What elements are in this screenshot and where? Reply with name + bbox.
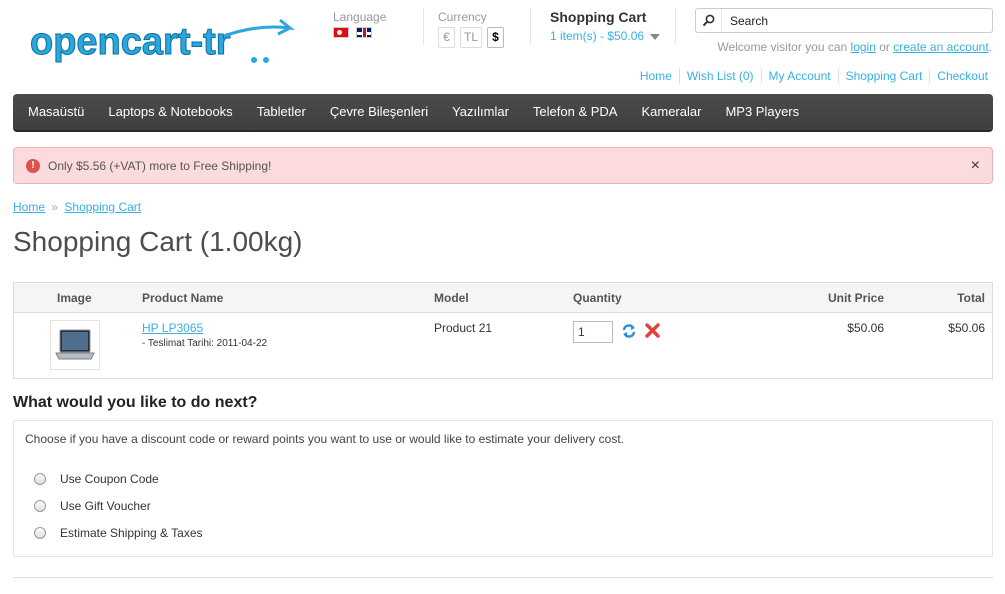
divider xyxy=(423,8,424,44)
header-model: Model xyxy=(434,291,469,305)
header-cart-summary[interactable]: 1 item(s) - $50.06 xyxy=(550,29,644,43)
header-image: Image xyxy=(57,291,92,305)
top-link-checkout[interactable]: Checkout xyxy=(929,69,995,83)
currency-tl-button[interactable]: TL xyxy=(460,27,483,48)
login-link[interactable]: login xyxy=(851,40,876,54)
product-model: Product 21 xyxy=(434,321,493,335)
top-link-cart[interactable]: Shopping Cart xyxy=(837,69,930,83)
language-selector: Language xyxy=(333,10,386,38)
currency-selector: Currency € TL $ xyxy=(438,10,505,48)
header-unit-price: Unit Price xyxy=(827,291,884,305)
menu-item-software[interactable]: Yazılımlar xyxy=(440,94,521,130)
currency-label: Currency xyxy=(438,10,487,24)
breadcrumb-cart[interactable]: Shopping Cart xyxy=(64,200,141,214)
next-section-title: What would you like to do next? xyxy=(13,394,258,411)
row-total: $50.06 xyxy=(948,321,985,335)
option-shipping-label: Estimate Shipping & Taxes xyxy=(60,526,203,540)
unit-price: $50.06 xyxy=(847,321,884,335)
top-links: Home Wish List (0) My Account Shopping C… xyxy=(633,69,995,83)
quantity-input[interactable] xyxy=(573,321,613,343)
menu-item-desktops[interactable]: Masaüstü xyxy=(16,94,96,130)
option-shipping[interactable]: Estimate Shipping & Taxes xyxy=(34,526,203,540)
divider xyxy=(675,8,676,44)
search-icon[interactable] xyxy=(696,9,722,32)
menu-item-cameras[interactable]: Kameralar xyxy=(629,94,713,130)
header-cart-info[interactable]: 1 item(s) - $50.06 xyxy=(550,29,661,43)
alert-message: Only $5.56 (+VAT) more to Free Shipping! xyxy=(48,158,272,173)
breadcrumb-separator: » xyxy=(51,200,59,214)
header-cart[interactable]: Shopping Cart 1 item(s) - $50.06 xyxy=(550,9,661,43)
shipping-alert: ! Only $5.56 (+VAT) more to Free Shippin… xyxy=(13,147,993,184)
currency-dollar-button[interactable]: $ xyxy=(487,27,505,48)
search-box xyxy=(695,8,993,33)
main-menu: Masaüstü Laptops & Notebooks Tabletler Ç… xyxy=(13,94,993,132)
shipping-radio[interactable] xyxy=(34,527,46,539)
cart-table: Image Product Name Model Quantity Unit P… xyxy=(13,282,993,379)
menu-item-laptops[interactable]: Laptops & Notebooks xyxy=(96,94,244,130)
welcome-prefix: Welcome visitor you can xyxy=(717,40,848,54)
table-row: HP LP3065 - Teslimat Tarihi: 2011-04-22 … xyxy=(14,313,992,378)
header-total: Total xyxy=(957,291,985,305)
option-voucher-label: Use Gift Voucher xyxy=(60,499,151,513)
option-voucher[interactable]: Use Gift Voucher xyxy=(34,499,151,513)
welcome-suffix: . xyxy=(988,40,992,54)
coupon-radio[interactable] xyxy=(34,473,46,485)
welcome-text: Welcome visitor you can login or create … xyxy=(717,40,992,54)
warning-icon: ! xyxy=(26,158,40,173)
menu-item-phones[interactable]: Telefon & PDA xyxy=(521,94,630,130)
close-icon[interactable]: × xyxy=(971,157,980,175)
option-coupon-label: Use Coupon Code xyxy=(60,472,159,486)
turkish-flag-icon[interactable] xyxy=(333,27,349,38)
next-intro: Choose if you have a discount code or re… xyxy=(25,432,624,446)
laptop-icon xyxy=(55,329,95,360)
logo-image: opencart-tr xyxy=(30,18,296,64)
update-icon[interactable] xyxy=(621,323,637,342)
chevron-down-icon[interactable] xyxy=(650,33,661,40)
menu-item-components[interactable]: Çevre Bileşenleri xyxy=(318,94,440,130)
breadcrumb-home[interactable]: Home xyxy=(13,200,45,214)
next-options-box: Choose if you have a discount code or re… xyxy=(13,420,993,557)
header-quantity: Quantity xyxy=(573,291,622,305)
top-link-wishlist[interactable]: Wish List (0) xyxy=(678,69,761,83)
remove-icon[interactable] xyxy=(645,323,660,341)
voucher-radio[interactable] xyxy=(34,500,46,512)
header-cart-title: Shopping Cart xyxy=(550,9,647,25)
logo[interactable]: opencart-tr xyxy=(28,14,296,70)
product-option: - Teslimat Tarihi: 2011-04-22 xyxy=(142,338,268,349)
page-title: Shopping Cart (1.00kg) xyxy=(13,226,303,257)
menu-item-tablets[interactable]: Tabletler xyxy=(245,94,318,130)
divider xyxy=(13,577,993,578)
language-label: Language xyxy=(333,10,387,24)
option-coupon[interactable]: Use Coupon Code xyxy=(34,472,159,486)
product-name-link[interactable]: HP LP3065 xyxy=(142,321,203,335)
menu-item-mp3[interactable]: MP3 Players xyxy=(713,94,811,130)
create-account-link[interactable]: create an account xyxy=(893,40,988,54)
english-flag-icon[interactable] xyxy=(356,27,372,38)
welcome-or: or xyxy=(879,40,890,54)
breadcrumb: Home » Shopping Cart xyxy=(13,200,141,214)
logo-text: opencart-tr xyxy=(30,21,231,63)
header-product-name: Product Name xyxy=(142,291,224,305)
currency-euro-button[interactable]: € xyxy=(438,27,455,48)
search-input[interactable] xyxy=(722,12,982,29)
table-header: Image Product Name Model Quantity Unit P… xyxy=(14,283,992,313)
divider xyxy=(530,8,531,44)
top-link-account[interactable]: My Account xyxy=(760,69,838,83)
product-thumbnail[interactable] xyxy=(50,320,100,370)
top-link-home[interactable]: Home xyxy=(633,69,679,83)
